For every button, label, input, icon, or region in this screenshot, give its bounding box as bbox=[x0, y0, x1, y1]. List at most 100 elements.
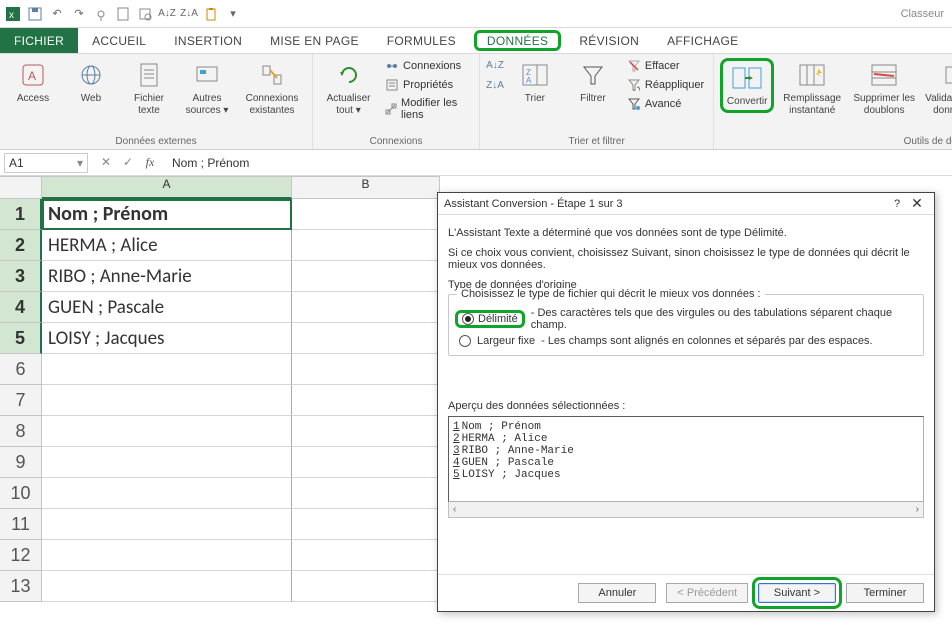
cell-b1[interactable] bbox=[292, 199, 440, 230]
radio-fixed-width-label[interactable]: Largeur fixe bbox=[477, 335, 535, 347]
tab-review[interactable]: RÉVISION bbox=[565, 28, 653, 53]
cell-b11[interactable] bbox=[292, 509, 440, 540]
row-header-12[interactable]: 12 bbox=[0, 540, 42, 571]
tab-insert[interactable]: INSERTION bbox=[160, 28, 256, 53]
enter-formula-icon[interactable]: ✓ bbox=[118, 155, 138, 170]
cell-b7[interactable] bbox=[292, 385, 440, 416]
quick-access-toolbar: x ↶ ↷ A↓Z Z↓A ▾ Classeur bbox=[0, 0, 952, 28]
formula-input[interactable]: Nom ; Prénom bbox=[166, 154, 952, 172]
remove-duplicates-button[interactable]: Supprimer les doublons bbox=[850, 58, 918, 118]
filter-button[interactable]: Filtrer bbox=[566, 58, 620, 107]
cell-a2[interactable]: HERMA ; Alice bbox=[42, 230, 292, 261]
cell-a12[interactable] bbox=[42, 540, 292, 571]
radio-delimited-label[interactable]: Délimité bbox=[478, 313, 518, 325]
reapply-button[interactable]: Réappliquer bbox=[624, 77, 707, 93]
row-header-13[interactable]: 13 bbox=[0, 571, 42, 602]
tab-home[interactable]: ACCUEIL bbox=[78, 28, 160, 53]
radio-delimited[interactable] bbox=[462, 313, 474, 325]
cell-b3[interactable] bbox=[292, 261, 440, 292]
cell-b5[interactable] bbox=[292, 323, 440, 354]
cell-b12[interactable] bbox=[292, 540, 440, 571]
column-header-b[interactable]: B bbox=[292, 177, 440, 199]
row-header-6[interactable]: 6 bbox=[0, 354, 42, 385]
cell-a7[interactable] bbox=[42, 385, 292, 416]
sort-desc-small-icon[interactable]: Z↓A bbox=[486, 78, 504, 92]
tab-formulas[interactable]: FORMULES bbox=[373, 28, 470, 53]
worksheet[interactable]: A B 1 Nom ; Prénom 2 HERMA ; Alice 3 RIB… bbox=[0, 176, 440, 625]
select-all-corner[interactable] bbox=[0, 177, 42, 199]
column-header-a[interactable]: A bbox=[42, 177, 292, 199]
fx-icon[interactable]: fx bbox=[140, 155, 160, 170]
flash-fill-button[interactable]: Remplissage instantané bbox=[778, 58, 846, 118]
print-preview-icon[interactable] bbox=[136, 5, 154, 23]
sort-asc-icon[interactable]: A↓Z bbox=[158, 5, 176, 23]
name-box[interactable]: A1 bbox=[4, 153, 88, 173]
group-label-connections: Connexions bbox=[319, 134, 473, 147]
text-to-columns-button[interactable]: Convertir bbox=[720, 58, 774, 113]
cell-a6[interactable] bbox=[42, 354, 292, 385]
preview-scrollbar[interactable]: ‹› bbox=[448, 502, 924, 518]
edit-links-button[interactable]: Modifier les liens bbox=[382, 96, 473, 122]
row-header-11[interactable]: 11 bbox=[0, 509, 42, 540]
sort-desc-icon[interactable]: Z↓A bbox=[180, 5, 198, 23]
cell-a4[interactable]: GUEN ; Pascale bbox=[42, 292, 292, 323]
cell-a1[interactable]: Nom ; Prénom bbox=[42, 199, 292, 230]
other-sources-icon bbox=[192, 60, 222, 90]
cell-a9[interactable] bbox=[42, 447, 292, 478]
cell-b8[interactable] bbox=[292, 416, 440, 447]
sort-asc-small-icon[interactable]: A↓Z bbox=[486, 58, 504, 72]
cell-a13[interactable] bbox=[42, 571, 292, 602]
from-text-button[interactable]: Fichier texte bbox=[122, 58, 176, 118]
cell-b13[interactable] bbox=[292, 571, 440, 602]
refresh-all-button[interactable]: Actualiser tout ▾ bbox=[319, 58, 378, 118]
row-header-5[interactable]: 5 bbox=[0, 323, 42, 354]
cancel-formula-icon[interactable]: ✕ bbox=[96, 155, 116, 170]
clear-filter-button[interactable]: Effacer bbox=[624, 58, 707, 74]
sort-button[interactable]: ZA Trier bbox=[508, 58, 562, 107]
row-header-9[interactable]: 9 bbox=[0, 447, 42, 478]
cell-b4[interactable] bbox=[292, 292, 440, 323]
cell-b9[interactable] bbox=[292, 447, 440, 478]
access-button[interactable]: A Access bbox=[6, 58, 60, 107]
connections-button[interactable]: Connexions bbox=[382, 58, 473, 74]
properties-button[interactable]: Propriétés bbox=[382, 77, 473, 93]
tab-layout[interactable]: MISE EN PAGE bbox=[256, 28, 373, 53]
touch-mode-icon[interactable] bbox=[92, 5, 110, 23]
cell-a8[interactable] bbox=[42, 416, 292, 447]
cell-a3[interactable]: RIBO ; Anne-Marie bbox=[42, 261, 292, 292]
row-header-1[interactable]: 1 bbox=[0, 199, 42, 230]
dialog-close-icon[interactable]: ✕ bbox=[906, 195, 928, 212]
cell-b2[interactable] bbox=[292, 230, 440, 261]
cell-a5[interactable]: LOISY ; Jacques bbox=[42, 323, 292, 354]
tab-file[interactable]: FICHIER bbox=[0, 28, 78, 53]
cell-a10[interactable] bbox=[42, 478, 292, 509]
row-header-3[interactable]: 3 bbox=[0, 261, 42, 292]
tab-view[interactable]: AFFICHAGE bbox=[653, 28, 752, 53]
row-header-8[interactable]: 8 bbox=[0, 416, 42, 447]
cell-a11[interactable] bbox=[42, 509, 292, 540]
cell-b6[interactable] bbox=[292, 354, 440, 385]
other-sources-button[interactable]: Autres sources ▾ bbox=[180, 58, 234, 118]
tab-data[interactable]: DONNÉES bbox=[474, 30, 561, 51]
paste-icon[interactable] bbox=[202, 5, 220, 23]
row-header-4[interactable]: 4 bbox=[0, 292, 42, 323]
row-header-7[interactable]: 7 bbox=[0, 385, 42, 416]
undo-icon[interactable]: ↶ bbox=[48, 5, 66, 23]
from-web-button[interactable]: Web bbox=[64, 58, 118, 107]
cancel-button[interactable]: Annuler bbox=[578, 583, 656, 603]
row-header-2[interactable]: 2 bbox=[0, 230, 42, 261]
redo-icon[interactable]: ↷ bbox=[70, 5, 88, 23]
finish-button[interactable]: Terminer bbox=[846, 583, 924, 603]
qat-customize-icon[interactable]: ▾ bbox=[224, 5, 242, 23]
dialog-help-icon[interactable]: ? bbox=[888, 198, 906, 210]
data-validation-button[interactable]: Validation des données ▾ bbox=[922, 58, 952, 118]
existing-connections-button[interactable]: Connexions existantes bbox=[238, 58, 306, 118]
new-icon[interactable] bbox=[114, 5, 132, 23]
radio-fixed-width[interactable] bbox=[459, 335, 471, 347]
row-header-10[interactable]: 10 bbox=[0, 478, 42, 509]
advanced-filter-button[interactable]: Avancé bbox=[624, 96, 707, 112]
cell-b10[interactable] bbox=[292, 478, 440, 509]
save-icon[interactable] bbox=[26, 5, 44, 23]
next-button[interactable]: Suivant > bbox=[758, 583, 836, 603]
group-label-external-data: Données externes bbox=[6, 134, 306, 147]
